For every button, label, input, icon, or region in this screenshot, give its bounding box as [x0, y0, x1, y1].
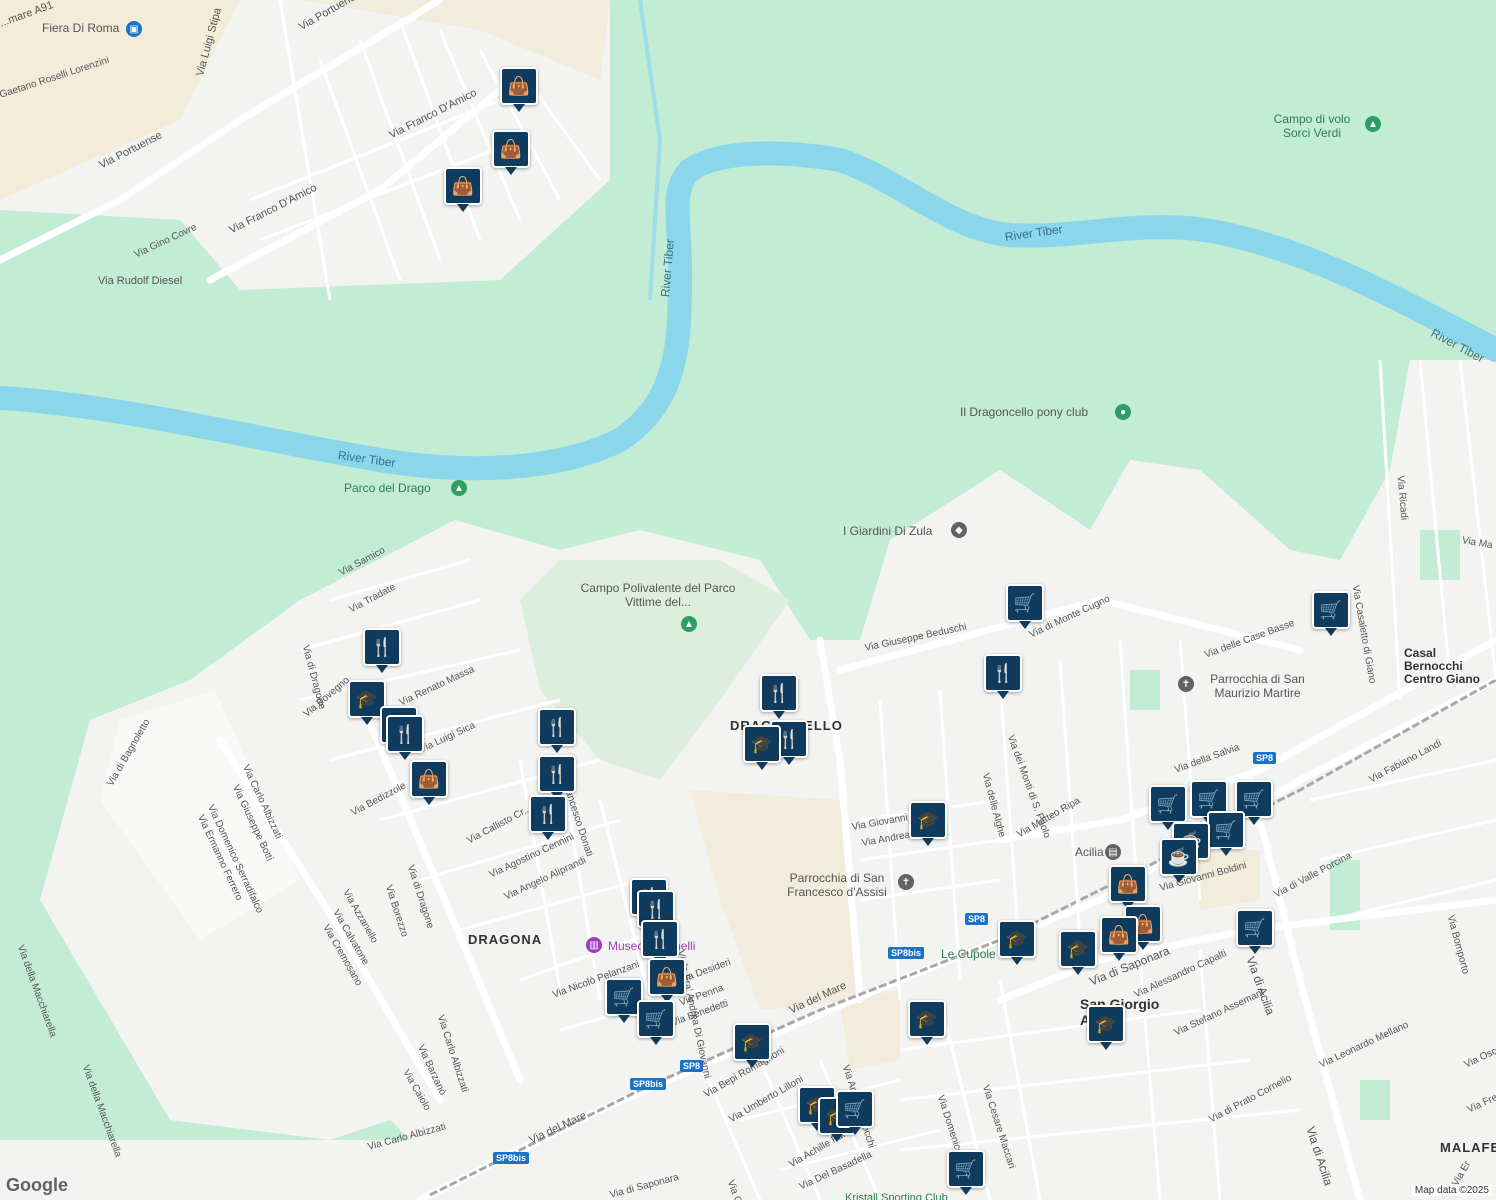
school-icon[interactable]: 🎓	[998, 920, 1036, 965]
restaurant-icon[interactable]: 🍴	[538, 708, 576, 753]
poi-label[interactable]: Parco del Drago	[344, 481, 431, 495]
poi-label[interactable]: Parrocchia di San Francesco d'Assisi	[772, 871, 902, 899]
school-icon[interactable]: 🎓	[1087, 1005, 1125, 1050]
shopping-cart-icon[interactable]: 🛒	[637, 1000, 675, 1045]
map-attribution[interactable]: Map data ©2025	[1411, 1185, 1492, 1196]
road-badge: SP8	[965, 913, 989, 925]
restaurant-icon[interactable]: 🍴	[363, 628, 401, 673]
road-badge: SP8	[1253, 752, 1277, 764]
park-icon[interactable]: ▲	[451, 480, 467, 496]
venue-icon[interactable]: ◆	[951, 522, 967, 538]
restaurant-icon[interactable]: 🍴	[760, 674, 798, 719]
church-icon[interactable]: ✝	[898, 874, 914, 890]
restaurant-icon[interactable]: 🍴	[984, 654, 1022, 699]
shopping-bag-icon[interactable]: 👜	[648, 958, 686, 1003]
shopping-bag-icon[interactable]: 👜	[500, 67, 538, 112]
shopping-bag-icon[interactable]: 👜	[444, 167, 482, 212]
school-icon[interactable]: 🎓	[733, 1023, 771, 1068]
shopping-cart-icon[interactable]: 🛒	[1149, 785, 1187, 830]
convention-center-icon[interactable]: ▣	[126, 21, 142, 37]
map-base	[0, 0, 1496, 1200]
school-icon[interactable]: 🎓	[909, 801, 947, 846]
school-icon[interactable]: 🎓	[908, 1000, 946, 1045]
road-badge: SP8bis	[493, 1152, 530, 1164]
shopping-cart-icon[interactable]: 🛒	[1207, 811, 1245, 856]
street-label: Via Rudolf Diesel	[98, 275, 183, 287]
poi-label[interactable]: Casal Bernocchi Centro Giano	[1404, 647, 1496, 686]
poi-label[interactable]: Parrocchia di San Maurizio Martire	[1200, 672, 1315, 700]
road-badge: SP8bis	[630, 1078, 667, 1090]
pony-club-icon[interactable]: ●	[1115, 404, 1131, 420]
poi-label[interactable]: Fiera Di Roma	[42, 21, 119, 35]
shopping-bag-icon[interactable]: 👜	[1100, 916, 1138, 961]
restaurant-icon[interactable]: 🍴	[386, 715, 424, 760]
area-label-dragona: DRAGONA	[468, 932, 543, 947]
museum-icon[interactable]: ▥	[586, 937, 602, 953]
shopping-cart-icon[interactable]: 🛒	[1006, 584, 1044, 629]
shopping-cart-icon[interactable]: 🛒	[836, 1090, 874, 1135]
poi-label[interactable]: Campo Polivalente del Parco Vittime del.…	[578, 581, 738, 609]
restaurant-icon[interactable]: 🍴	[529, 795, 567, 840]
shopping-bag-icon[interactable]: 👜	[492, 130, 530, 175]
google-logo: Google	[6, 1175, 68, 1195]
shopping-cart-icon[interactable]: 🛒	[947, 1150, 985, 1195]
poi-label[interactable]: Campo di volo Sorci Verdi	[1262, 112, 1362, 140]
poi-label[interactable]: Il Dragoncello pony club	[960, 405, 1088, 419]
road-badge: SP8bis	[888, 947, 925, 959]
restaurant-icon[interactable]: 🍴	[538, 755, 576, 800]
poi-label[interactable]: I Giardini Di Zula	[843, 524, 932, 538]
map-canvas[interactable]: Via Portuense Via Portuense Via Luigi St…	[0, 0, 1496, 1200]
poi-label[interactable]: Kristall Sporting Club	[845, 1192, 948, 1200]
school-icon[interactable]: 🎓	[743, 725, 781, 770]
school-icon[interactable]: 🎓	[1059, 930, 1097, 975]
area-label-malafede: MALAFE	[1440, 1140, 1496, 1155]
shopping-bag-icon[interactable]: 👜	[410, 760, 448, 805]
cafe-icon[interactable]: ☕	[1160, 838, 1198, 883]
park-icon[interactable]: ▲	[681, 616, 697, 632]
shopping-cart-icon[interactable]: 🛒	[1236, 909, 1274, 954]
road-badge: SP8	[680, 1060, 704, 1072]
train-station-icon[interactable]: ▤	[1105, 844, 1121, 860]
poi-label[interactable]: Acilia	[1075, 845, 1104, 859]
church-icon[interactable]: ✝	[1178, 676, 1194, 692]
park-icon[interactable]: ▲	[1365, 116, 1381, 132]
shopping-cart-icon[interactable]: 🛒	[1312, 591, 1350, 636]
poi-label[interactable]: Le Cupole	[941, 947, 996, 961]
restaurant-icon[interactable]: 🍴	[641, 920, 679, 965]
shopping-bag-icon[interactable]: 👜	[1109, 865, 1147, 910]
